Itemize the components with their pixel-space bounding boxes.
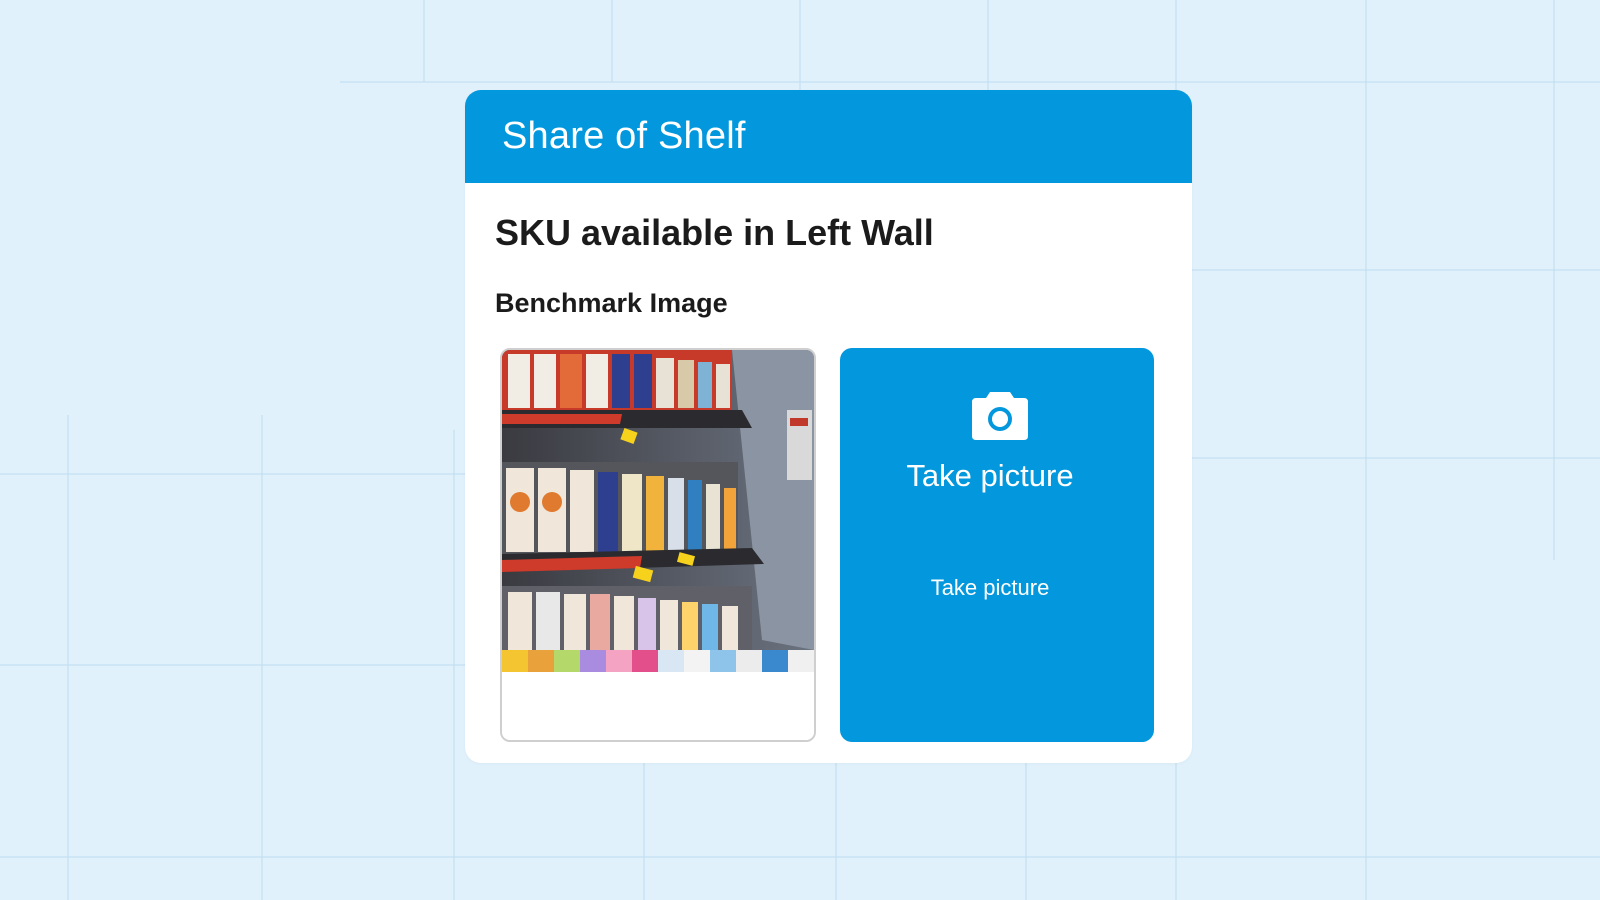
benchmark-label: Benchmark Image <box>495 288 728 318</box>
question-title: SKU available in Left Wall <box>495 212 934 253</box>
take-picture-sublabel: Take picture <box>930 575 1050 600</box>
share-of-shelf-card: Share of Shelf SKU available in Left Wal… <box>465 90 1192 763</box>
supermarket-shelf-photo <box>502 350 814 740</box>
take-picture-label: Take picture <box>906 458 1074 493</box>
take-picture-button[interactable]: Take picture Take picture <box>840 348 1154 742</box>
card-header: Share of Shelf <box>465 90 1192 183</box>
benchmark-image[interactable] <box>500 348 816 742</box>
camera-icon <box>972 392 1028 440</box>
card-title: Share of Shelf <box>502 115 746 157</box>
